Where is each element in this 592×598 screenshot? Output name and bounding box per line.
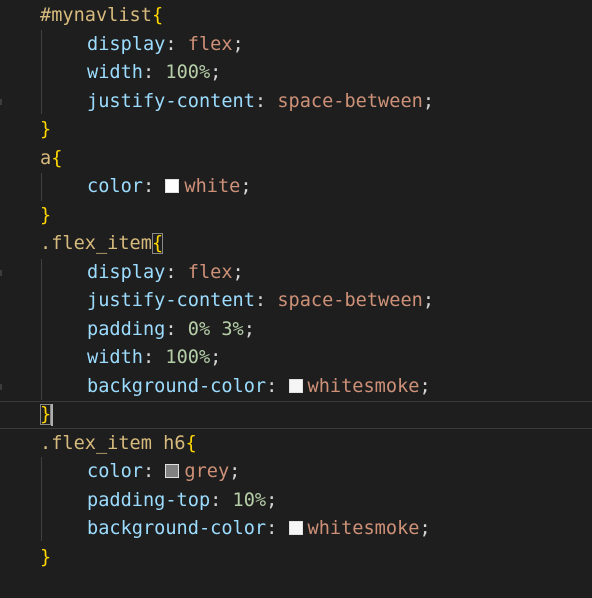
close-brace: } bbox=[40, 205, 52, 226]
css-property: color bbox=[87, 176, 143, 197]
open-brace: { bbox=[51, 148, 63, 169]
code-line[interactable]: color: grey; bbox=[0, 458, 592, 486]
css-value: whitesmoke bbox=[307, 518, 420, 539]
close-brace-matched: } bbox=[40, 404, 52, 425]
css-value: 100% bbox=[165, 347, 211, 368]
css-value: flex bbox=[187, 34, 233, 55]
css-property: color bbox=[87, 461, 143, 482]
open-brace-matched: { bbox=[151, 233, 164, 254]
code-line[interactable]: display: flex; bbox=[0, 31, 592, 59]
code-line[interactable]: } bbox=[0, 116, 592, 144]
css-value: 10% bbox=[232, 490, 267, 511]
code-editor[interactable]: #mynavlist{ display: flex; width: 100%; … bbox=[0, 0, 592, 598]
css-value: space-between bbox=[277, 91, 423, 112]
code-line[interactable]: width: 100%; bbox=[0, 59, 592, 87]
css-property: display bbox=[87, 34, 166, 55]
color-swatch-whitesmoke[interactable] bbox=[288, 379, 303, 393]
css-selector: .flex_item h6 bbox=[40, 433, 186, 454]
css-selector: #mynavlist bbox=[40, 5, 152, 26]
css-value: whitesmoke bbox=[307, 376, 420, 397]
text-cursor bbox=[51, 403, 54, 426]
code-line[interactable]: } bbox=[0, 202, 592, 230]
close-brace: } bbox=[40, 547, 52, 568]
css-selector: .flex_item bbox=[40, 233, 152, 254]
css-selector: a bbox=[40, 148, 52, 169]
css-value: 0% 3% bbox=[187, 319, 244, 340]
code-line[interactable]: a{ bbox=[0, 145, 592, 173]
code-line-current[interactable]: } bbox=[0, 401, 592, 430]
code-line[interactable]: padding: 0% 3%; bbox=[0, 316, 592, 344]
css-value: space-between bbox=[277, 290, 423, 311]
color-swatch-white[interactable] bbox=[165, 179, 180, 193]
css-property: padding-top bbox=[87, 490, 211, 511]
color-swatch-whitesmoke[interactable] bbox=[288, 521, 303, 535]
open-brace: { bbox=[185, 433, 197, 454]
css-value: flex bbox=[187, 262, 233, 283]
code-line[interactable]: background-color: whitesmoke; bbox=[0, 373, 592, 401]
css-value: 100% bbox=[165, 62, 211, 83]
code-line[interactable]: padding-top: 10%; bbox=[0, 487, 592, 515]
css-property: background-color bbox=[87, 376, 267, 397]
css-value: white bbox=[184, 176, 241, 197]
css-property: display bbox=[87, 262, 166, 283]
css-property: padding bbox=[87, 319, 166, 340]
code-line[interactable]: .flex_item{ bbox=[0, 230, 592, 258]
css-property: justify-content bbox=[87, 91, 255, 112]
code-line[interactable]: width: 100%; bbox=[0, 344, 592, 372]
code-line[interactable]: } bbox=[0, 544, 592, 572]
close-brace: } bbox=[40, 119, 52, 140]
css-property: background-color bbox=[87, 518, 267, 539]
code-line[interactable]: background-color: whitesmoke; bbox=[0, 515, 592, 543]
open-brace: { bbox=[151, 5, 164, 26]
code-line[interactable]: #mynavlist{ bbox=[0, 2, 592, 30]
code-line[interactable]: .flex_item h6{ bbox=[0, 430, 592, 458]
code-line[interactable]: justify-content: space-between; bbox=[0, 88, 592, 116]
color-swatch-grey[interactable] bbox=[165, 464, 180, 478]
css-value: grey bbox=[184, 461, 230, 482]
code-line[interactable]: justify-content: space-between; bbox=[0, 287, 592, 315]
code-line[interactable]: color: white; bbox=[0, 173, 592, 201]
css-property: width bbox=[87, 347, 143, 368]
css-property: width bbox=[87, 62, 143, 83]
code-line[interactable]: display: flex; bbox=[0, 259, 592, 287]
css-property: justify-content bbox=[87, 290, 255, 311]
